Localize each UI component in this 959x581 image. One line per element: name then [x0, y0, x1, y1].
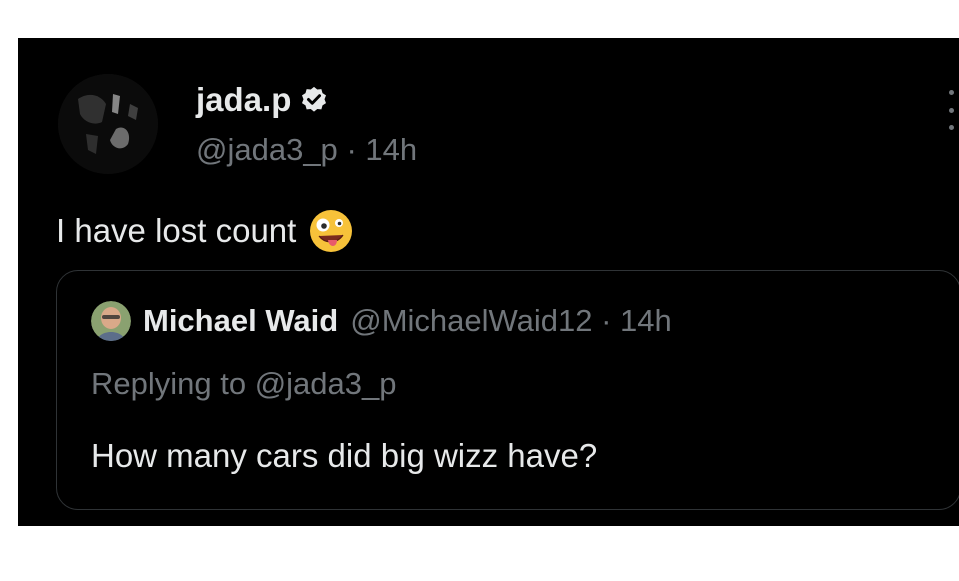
more-dot: [948, 90, 954, 95]
quoted-author-meta: @MichaelWaid12 · 14h: [350, 301, 672, 341]
screenshot-frame: jada.p @jada3_p · 14h I have lost count: [0, 0, 959, 581]
tweet-body: I have lost count: [56, 208, 354, 254]
quoted-separator: ·: [601, 303, 621, 338]
quoted-tweet-text: How many cars did big wizz have?: [91, 437, 598, 474]
author-name-row[interactable]: jada.p: [196, 80, 329, 120]
zany-face-emoji-icon: [308, 208, 354, 254]
author-handle-line: @jada3_p · 14h: [196, 131, 417, 169]
verified-badge-icon: [299, 85, 329, 115]
tweet-text: I have lost count: [56, 212, 297, 249]
tweet-card[interactable]: jada.p @jada3_p · 14h I have lost count: [18, 38, 959, 526]
more-dot: [948, 107, 954, 113]
handle-separator: ·: [346, 132, 366, 167]
author-handle[interactable]: @jada3_p: [196, 132, 338, 167]
replying-to-text: Replying to @jada3_p: [91, 366, 397, 401]
quoted-author-handle[interactable]: @MichaelWaid12: [350, 303, 592, 338]
quoted-author-name[interactable]: Michael Waid: [143, 301, 338, 341]
more-options-icon[interactable]: [946, 90, 956, 130]
quoted-author-avatar[interactable]: [91, 301, 131, 341]
quoted-timestamp: 14h: [620, 303, 672, 338]
quoted-tweet-header: Michael Waid @MichaelWaid12 · 14h: [91, 301, 672, 341]
author-display-name[interactable]: jada.p: [196, 80, 291, 120]
avatar-image: [58, 74, 158, 174]
quoted-tweet-card[interactable]: Michael Waid @MichaelWaid12 · 14h Replyi…: [56, 270, 959, 510]
profile-avatar[interactable]: [58, 74, 158, 174]
tweet-timestamp[interactable]: 14h: [365, 132, 417, 167]
more-dot: [948, 125, 954, 130]
